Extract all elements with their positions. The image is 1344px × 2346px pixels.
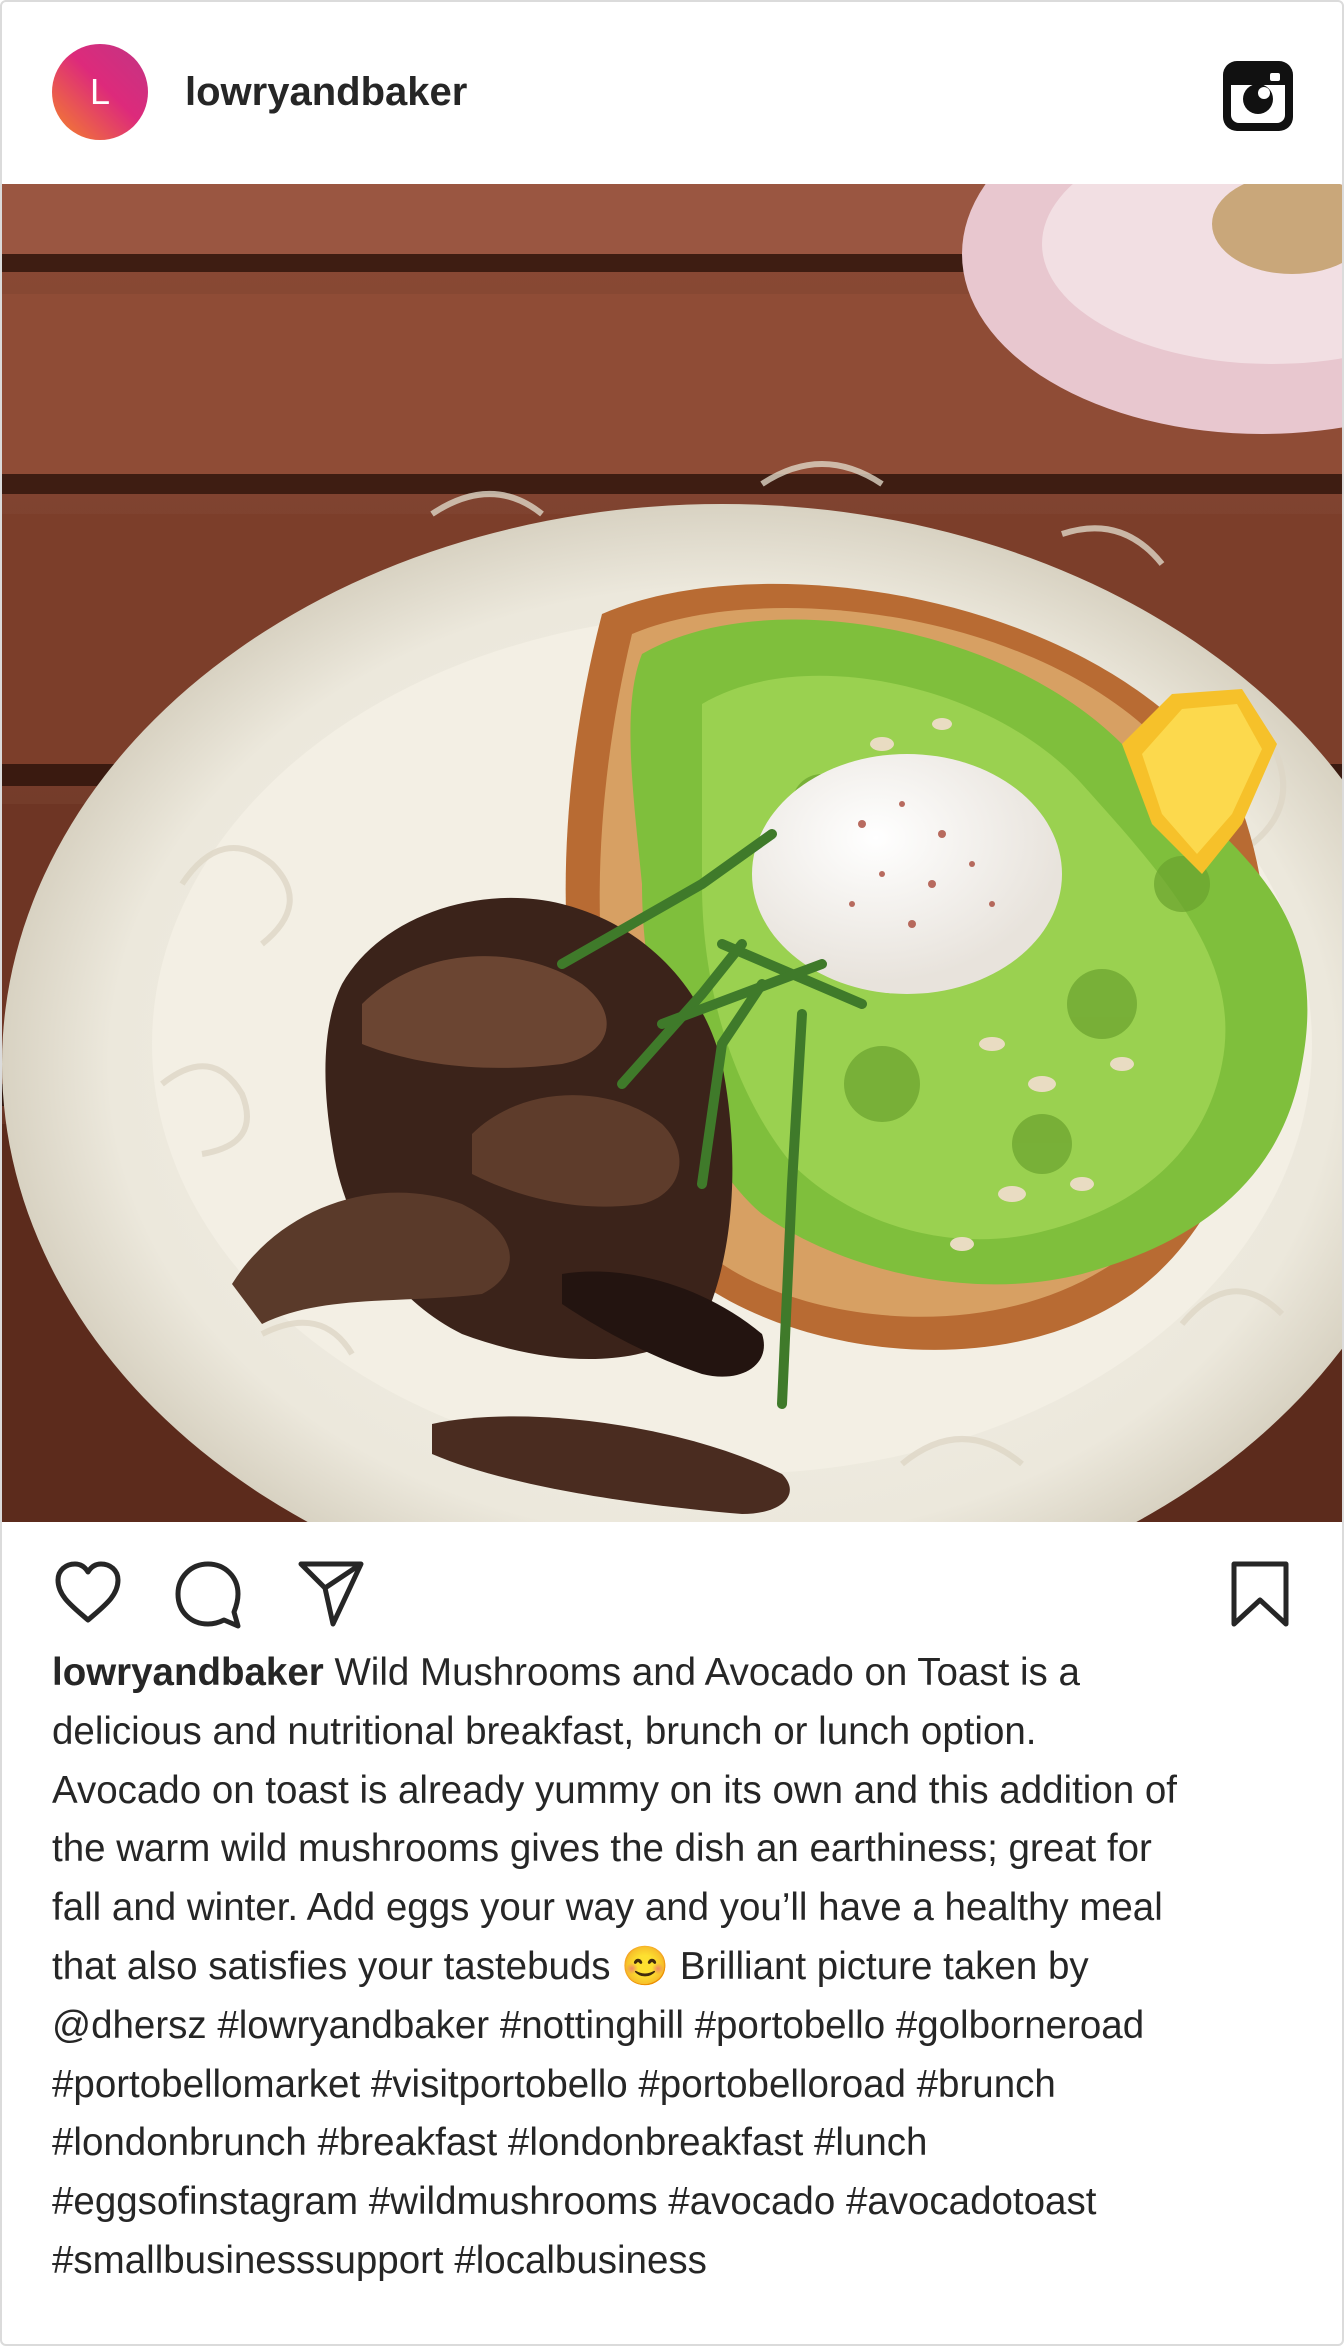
post-caption: lowryandbaker Wild Mushrooms and Avocado… [52,1644,1312,2291]
caption-text: Wild Mushrooms and Avocado on Toast is a… [52,1651,1177,2282]
caption-line: that also satisfies your tastebuds 😊 Bri… [52,1944,1089,1988]
caption-line: @dhersz #lowryandbaker #nottinghill #por… [52,2003,1145,2047]
avatar[interactable]: L [52,44,148,140]
caption-line: the warm wild mushrooms gives the dish a… [52,1827,1152,1871]
caption-line: delicious and nutritional breakfast, bru… [52,1709,1037,1753]
comment-icon[interactable] [172,1558,244,1630]
post-username[interactable]: lowryandbaker [185,68,467,116]
caption-line: #eggsofinstagram #wildmushrooms #avocado… [52,2180,1097,2224]
caption-line: Avocado on toast is already yummy on its… [52,1768,1177,1812]
caption-line: #smallbusinesssupport #localbusiness [52,2238,707,2282]
post-header: L lowryandbaker [2,2,1342,182]
post-actions [2,1522,1342,1652]
post-photo[interactable] [2,184,1342,1522]
caption-line: fall and winter. Add eggs your way and y… [52,1886,1163,1930]
heart-icon[interactable] [52,1558,124,1630]
avocado-toast-photo [2,184,1342,1522]
instagram-icon[interactable] [1220,58,1296,134]
bookmark-icon[interactable] [1224,1558,1296,1630]
instagram-post-card: L lowryandbaker lowryandbaker Wild Mushr… [0,0,1344,2346]
caption-line: #portobellomarket #visitportobello #port… [52,2062,1056,2106]
send-icon[interactable] [295,1558,367,1630]
caption-line: #londonbrunch #breakfast #londonbreakfas… [52,2121,928,2165]
caption-line: Wild Mushrooms and Avocado on Toast is a [334,1651,1080,1694]
caption-username[interactable]: lowryandbaker [52,1651,324,1694]
